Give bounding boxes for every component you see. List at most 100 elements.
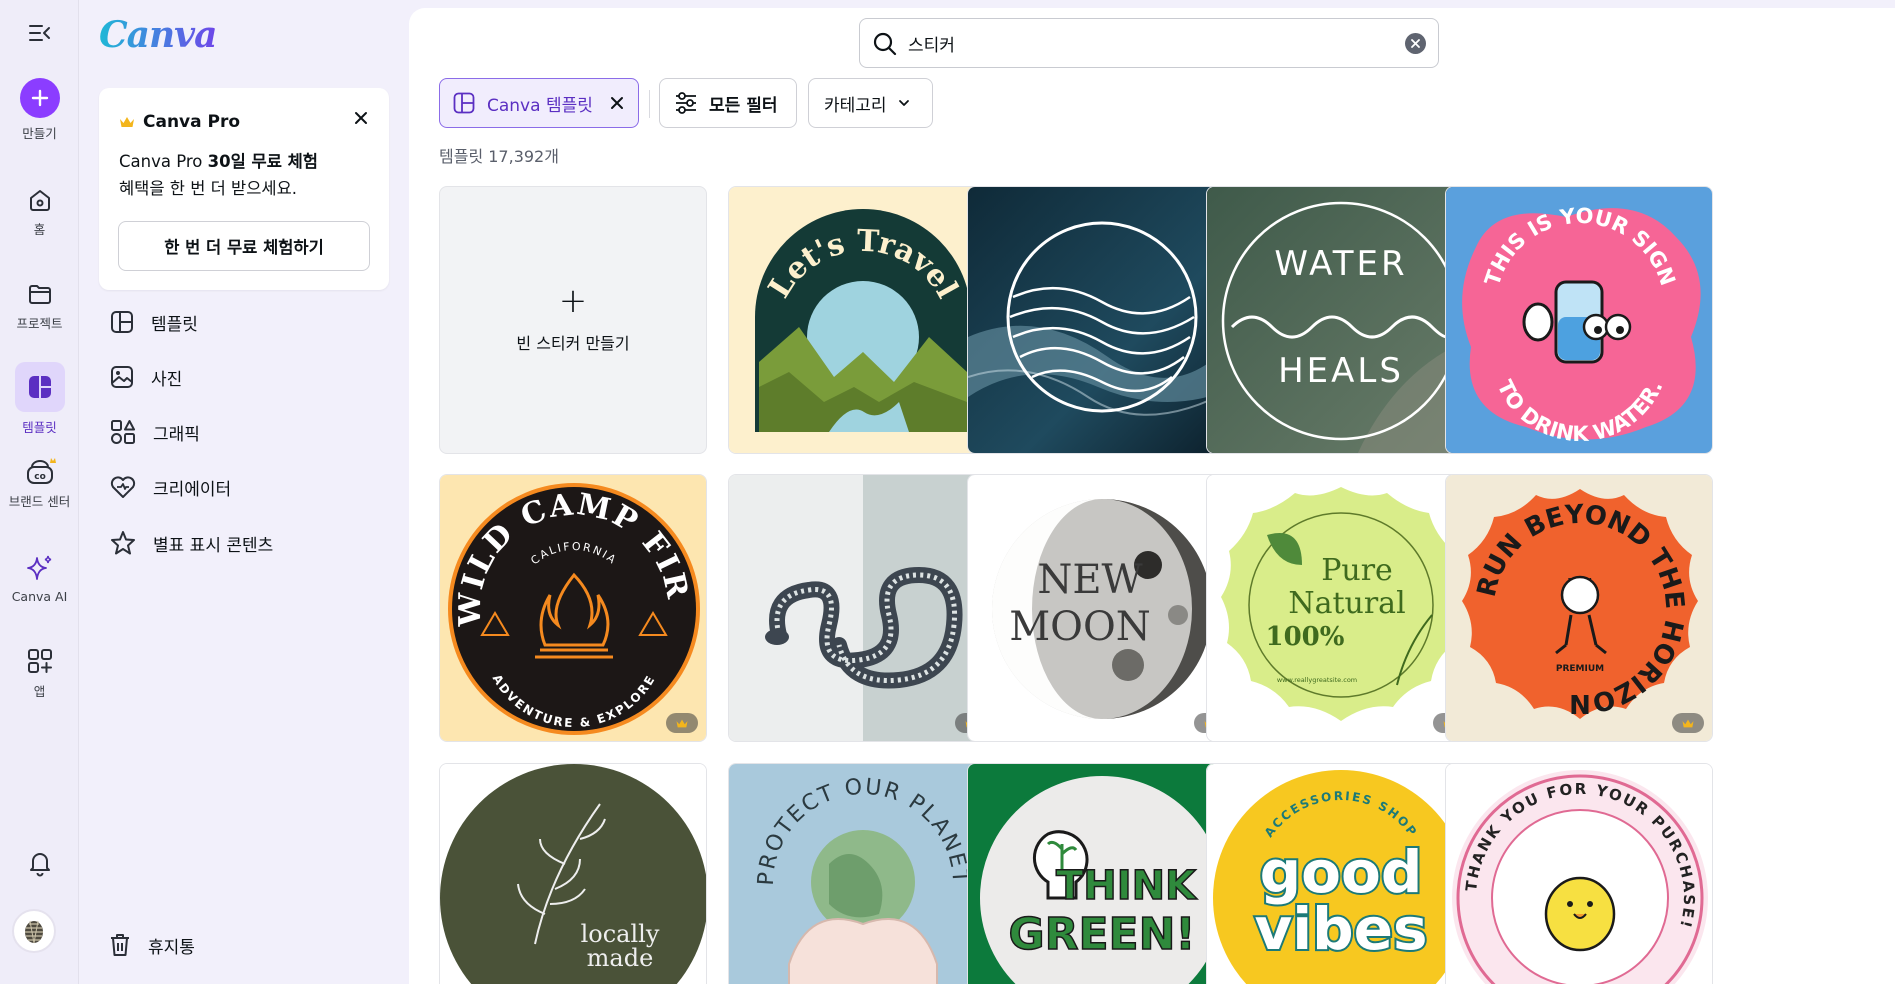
svg-text:co: co [34, 472, 46, 482]
rail-brand-button[interactable]: co 브랜드 센터 [0, 456, 79, 510]
template-thumbnail: ACCESSORIES SHOP good vibes [1207, 764, 1473, 984]
template-card[interactable]: RUN BEYOND THE HORIZON 2024 PREMIUM [1445, 474, 1713, 742]
nav-item-starred[interactable]: 별표 표시 콘텐츠 [109, 526, 273, 560]
card-subtitle: MOON [1009, 604, 1151, 650]
create-blank-sticker-card[interactable]: + 빈 스티커 만들기 [439, 186, 707, 454]
free-trial-button[interactable]: 한 번 더 무료 체험하기 [118, 221, 370, 271]
rail-label: 홈 [33, 222, 46, 237]
promo-body-prefix: Canva Pro [119, 152, 208, 171]
card-subtitle: Natural [1288, 586, 1405, 621]
canva-logo[interactable]: Canva [99, 14, 217, 56]
nav-item-creators[interactable]: 크리에이터 [109, 470, 231, 504]
template-card[interactable]: WILD CAMP FIRE CALIFORNIA ADVENTURE & EX… [439, 474, 707, 742]
promo-body-suffix: 혜택을 한 번 더 받으세요. [119, 179, 298, 198]
sidebar-collapse-button[interactable] [0, 20, 79, 46]
template-thumbnail: WILD CAMP FIRE CALIFORNIA ADVENTURE & EX… [440, 475, 706, 741]
template-icon [453, 92, 475, 114]
rail-label: 앱 [33, 684, 46, 699]
template-thumbnail: Let's Travel [729, 187, 995, 453]
template-thumbnail: THANK YOU FOR YOUR PURCHASE! [1446, 764, 1712, 984]
sparkle-icon [26, 555, 51, 580]
nav-item-trash[interactable]: 휴지통 [108, 928, 195, 962]
promo-title: Canva Pro [143, 112, 241, 132]
template-thumbnail: locally made [440, 764, 706, 984]
bell-icon [29, 853, 50, 877]
rail-create-button[interactable]: 만들기 [0, 78, 79, 142]
side-panel: Canva Canva Pro Canva Pro 30일 무료 체험 혜택을 … [80, 0, 408, 984]
search-icon [873, 32, 897, 56]
nav-item-label: 그래픽 [153, 424, 200, 445]
divider [649, 90, 650, 118]
category-dropdown[interactable]: 카테고리 [808, 78, 933, 128]
crown-icon [120, 117, 134, 127]
chip-label: Canva 템플릿 [487, 95, 593, 116]
search-input[interactable] [908, 19, 1378, 67]
home-icon [29, 190, 50, 211]
template-icon [111, 311, 133, 333]
close-icon[interactable] [610, 96, 624, 110]
template-card[interactable]: locally made [439, 763, 707, 984]
nav-item-label: 별표 표시 콘텐츠 [153, 535, 274, 556]
template-thumbnail: RUN BEYOND THE HORIZON 2024 PREMIUM [1446, 475, 1712, 741]
plus-icon: + [558, 281, 588, 321]
rail-templates-button[interactable]: 템플릿 [0, 362, 79, 436]
rail-label: 프로젝트 [16, 316, 63, 331]
rail-home-button[interactable]: 홈 [0, 186, 79, 238]
template-card[interactable]: THANK YOU FOR YOUR PURCHASE! [1445, 763, 1713, 984]
sliders-icon [676, 92, 696, 114]
promo-body-bold: 30일 무료 체험 [207, 152, 318, 171]
folder-icon [28, 285, 51, 304]
shapes-icon [111, 420, 135, 444]
card-subtitle: made [587, 944, 654, 972]
nav-item-photos[interactable]: 사진 [109, 360, 182, 394]
crown-icon [676, 719, 688, 727]
rail-canva-ai-button[interactable]: Canva AI [0, 552, 79, 604]
promo-body: Canva Pro 30일 무료 체험 혜택을 한 번 더 받으세요. [119, 148, 369, 202]
nav-item-templates[interactable]: 템플릿 [109, 305, 198, 339]
icon-rail: 만들기 홈 프로젝트 템플릿 co 브랜드 센터 Canva AI 앱 [0, 0, 79, 984]
card-title: THINK [1056, 863, 1198, 909]
template-thumbnail: THINK GREEN! [968, 764, 1234, 984]
crown-icon [1682, 719, 1694, 727]
all-filters-button[interactable]: 모든 필터 [659, 78, 797, 128]
nav-item-label: 휴지통 [148, 937, 195, 958]
nav-item-label: 템플릿 [151, 314, 198, 335]
template-card[interactable] [967, 186, 1235, 454]
plus-icon [19, 78, 60, 118]
template-card[interactable]: ACCESSORIES SHOP good vibes [1206, 763, 1474, 984]
template-thumbnail [729, 475, 995, 741]
canva-templates-filter-chip[interactable]: Canva 템플릿 [439, 78, 639, 128]
rail-label: 브랜드 센터 [8, 494, 71, 509]
result-count: 템플릿 17,392개 [439, 147, 559, 166]
card-title: WATER [1274, 244, 1407, 284]
pinecone-avatar [25, 920, 43, 944]
card-title: NEW [1037, 557, 1142, 603]
premium-badge [1672, 713, 1704, 733]
template-card[interactable]: Pure Natural 100% www.reallygreatsite.co… [1206, 474, 1474, 742]
nav-item-graphics[interactable]: 그래픽 [109, 415, 200, 449]
promo-close-button[interactable] [349, 106, 373, 130]
card-subtitle: GREEN! [1009, 909, 1196, 960]
chip-label: 카테고리 [824, 95, 887, 116]
template-card[interactable]: NEW MOON [967, 474, 1235, 742]
search-clear-button[interactable] [1405, 33, 1426, 54]
notifications-button[interactable] [0, 848, 79, 878]
trash-icon [111, 934, 129, 956]
template-card[interactable]: PROTECT OUR PLANET [728, 763, 996, 984]
avatar[interactable] [12, 909, 56, 953]
photo-icon [111, 366, 133, 388]
template-card[interactable]: Let's Travel [728, 186, 996, 454]
brand-icon: co [26, 458, 56, 484]
template-thumbnail: NEW MOON [968, 475, 1234, 741]
template-card[interactable]: THINK GREEN! [967, 763, 1235, 984]
template-thumbnail [968, 187, 1234, 453]
card-caption: 100% [1266, 622, 1345, 652]
template-card[interactable] [728, 474, 996, 742]
rail-apps-button[interactable]: 앱 [0, 646, 79, 700]
nav-item-label: 사진 [151, 369, 183, 390]
rail-projects-button[interactable]: 프로젝트 [0, 280, 79, 332]
rail-label: 템플릿 [22, 420, 57, 435]
chip-label: 모든 필터 [709, 95, 778, 116]
template-card[interactable]: WATER HEALS [1206, 186, 1474, 454]
template-card[interactable]: THIS IS YOUR SIGN TO DRINK WATER. [1445, 186, 1713, 454]
